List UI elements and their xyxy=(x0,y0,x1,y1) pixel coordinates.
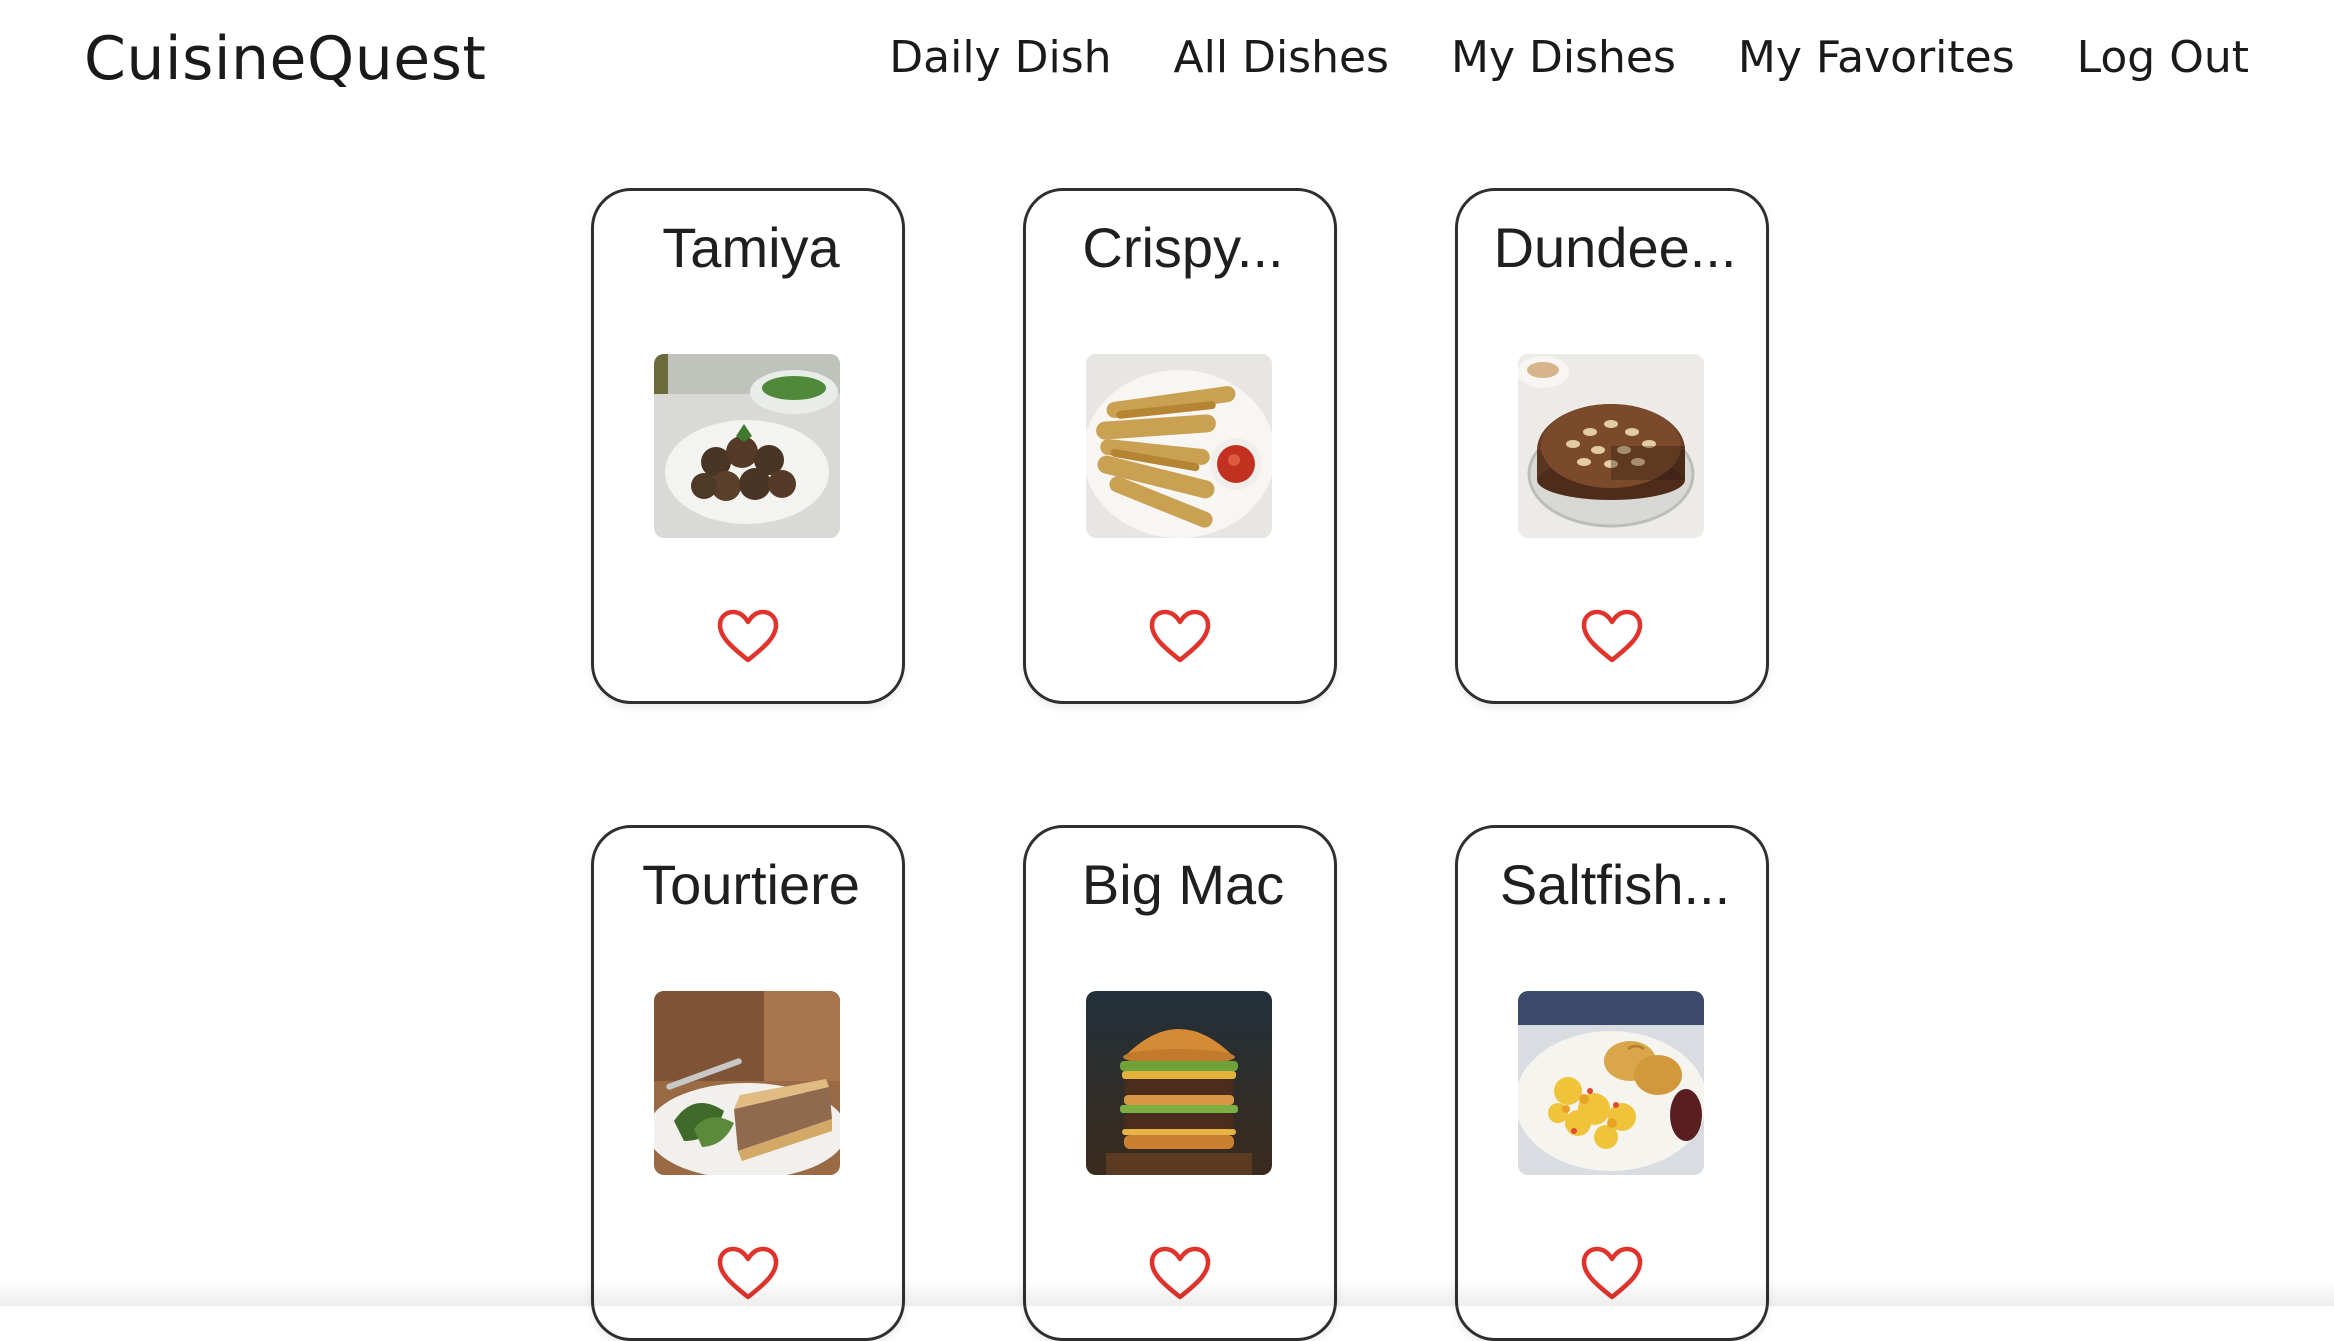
dish-title: Tourtiere xyxy=(642,853,860,916)
dish-title: Dundee... xyxy=(1493,216,1737,279)
dish-photo[interactable] xyxy=(1086,991,1272,1175)
favorite-heart-icon[interactable] xyxy=(1149,609,1211,665)
nav-daily-dish[interactable]: Daily Dish xyxy=(889,32,1111,83)
favorite-heart-icon[interactable] xyxy=(717,609,779,665)
dish-photo[interactable] xyxy=(654,991,840,1175)
dish-title: Tamiya xyxy=(662,216,840,279)
favorite-heart-icon[interactable] xyxy=(1581,609,1643,665)
brand-logo[interactable]: CuisineQuest xyxy=(84,24,486,94)
favorite-heart-icon[interactable] xyxy=(717,1246,779,1302)
dish-card[interactable]: Saltfish... xyxy=(1455,825,1769,1341)
nav-links: Daily Dish All Dishes My Dishes My Favor… xyxy=(889,32,2249,83)
dish-title: Crispy... xyxy=(1082,216,1284,279)
dish-title: Big Mac xyxy=(1081,853,1285,916)
dish-photo[interactable] xyxy=(1086,354,1272,538)
dish-photo[interactable] xyxy=(1518,991,1704,1175)
favorite-heart-icon[interactable] xyxy=(1149,1246,1211,1302)
favorite-heart-icon[interactable] xyxy=(1581,1246,1643,1302)
top-navbar: CuisineQuest Daily Dish All Dishes My Di… xyxy=(0,0,2334,120)
dish-photo[interactable] xyxy=(654,354,840,538)
dish-photo[interactable] xyxy=(1518,354,1704,538)
dish-card[interactable]: Tourtiere xyxy=(591,825,905,1341)
nav-my-dishes[interactable]: My Dishes xyxy=(1451,32,1676,83)
dish-card[interactable]: Crispy... xyxy=(1023,188,1337,704)
dish-grid: Tamiya Crispy... Dundee... Tourtiere Big… xyxy=(591,188,1769,1341)
dish-card[interactable]: Big Mac xyxy=(1023,825,1337,1341)
nav-log-out[interactable]: Log Out xyxy=(2077,32,2249,83)
dish-card[interactable]: Dundee... xyxy=(1455,188,1769,704)
dish-title: Saltfish... xyxy=(1499,853,1731,916)
nav-my-favorites[interactable]: My Favorites xyxy=(1738,32,2015,83)
dish-card[interactable]: Tamiya xyxy=(591,188,905,704)
nav-all-dishes[interactable]: All Dishes xyxy=(1174,32,1389,83)
